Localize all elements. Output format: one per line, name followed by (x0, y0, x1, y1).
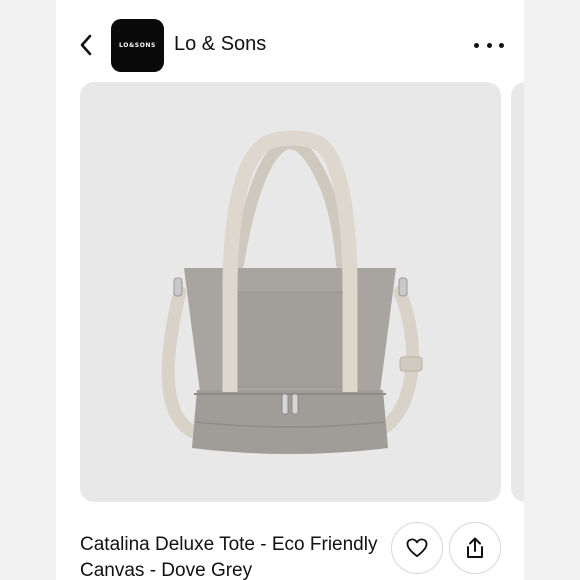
back-button[interactable] (74, 30, 98, 60)
header: LO&SONS Lo & Sons (56, 0, 524, 82)
shop-logo[interactable]: LO&SONS (111, 19, 164, 72)
app-screen: LO&SONS Lo & Sons Catalina Deluxe Tote -… (56, 0, 524, 580)
share-icon (467, 537, 483, 558)
shop-name[interactable]: Lo & Sons (174, 33, 266, 56)
product-image-card[interactable] (80, 82, 501, 502)
like-button[interactable] (391, 522, 443, 574)
more-horizontal-icon (474, 42, 479, 48)
more-options-button[interactable] (474, 36, 504, 54)
product-title: Catalina Deluxe Tote - Eco Friendly Canv… (80, 534, 378, 580)
logo-text: LO&SONS (119, 42, 156, 49)
chevron-left-icon (80, 34, 92, 56)
next-image-preview[interactable] (511, 82, 524, 502)
share-button[interactable] (449, 522, 501, 574)
bag-bottom-compartment (192, 390, 388, 454)
product-photo (161, 130, 423, 454)
heart-icon (406, 538, 428, 558)
